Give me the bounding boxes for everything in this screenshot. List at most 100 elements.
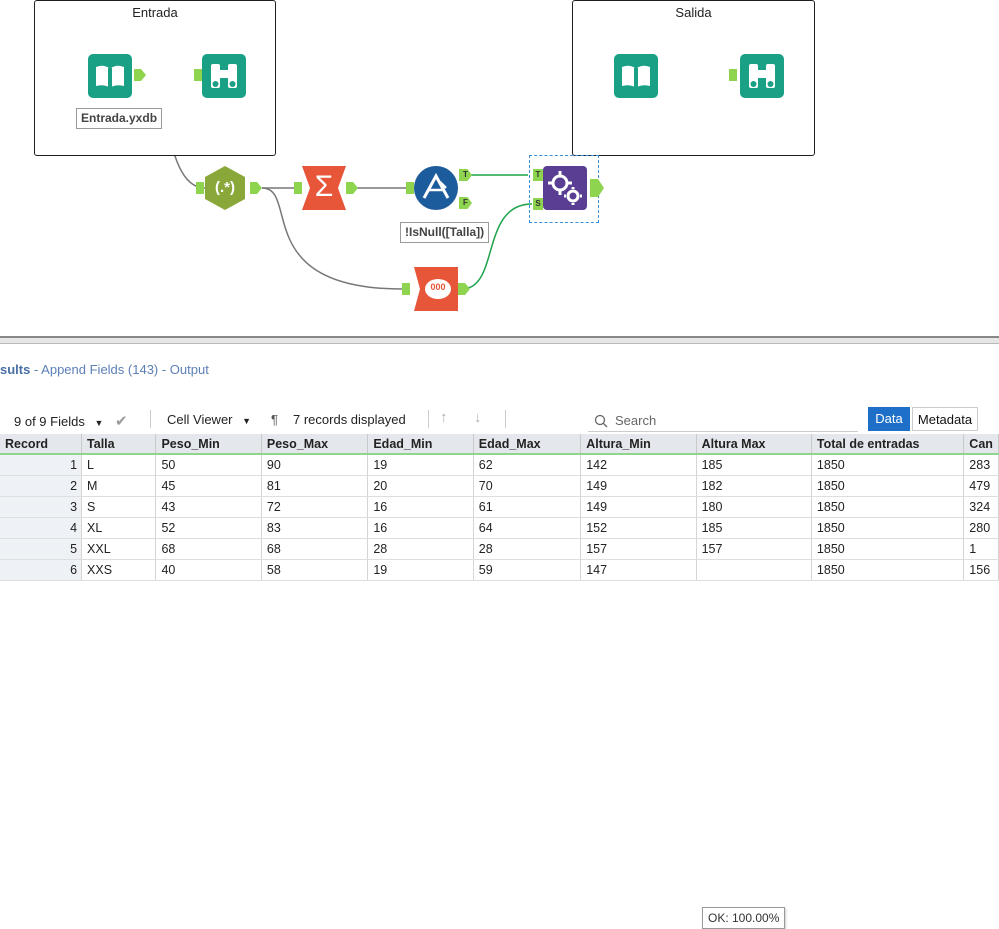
checkmark-icon[interactable]: ✔ xyxy=(115,413,128,430)
column-header[interactable]: Edad_Min xyxy=(367,434,474,455)
output-anchor[interactable] xyxy=(458,283,470,295)
input-data-tool[interactable] xyxy=(88,54,132,98)
table-cell[interactable]: 479 xyxy=(963,475,999,497)
record-number-cell[interactable]: 5 xyxy=(0,538,83,560)
salida-browse-tool[interactable] xyxy=(740,54,784,98)
table-cell[interactable]: 156 xyxy=(963,559,999,581)
column-header[interactable]: Edad_Max xyxy=(473,434,582,455)
table-row[interactable]: 2 M 45 81 20 70 149 182 1850 479 xyxy=(0,475,999,497)
table-row[interactable]: 4 XL 52 83 16 64 152 185 1850 280 xyxy=(0,517,999,539)
append-source-anchor[interactable]: S xyxy=(533,198,543,210)
table-cell[interactable]: 52 xyxy=(155,517,262,539)
input-anchor[interactable] xyxy=(194,69,202,81)
column-header[interactable]: Peso_Max xyxy=(261,434,369,455)
table-cell[interactable]: 62 xyxy=(473,454,582,476)
table-row[interactable]: 6 XXS 40 58 19 59 147 1850 156 xyxy=(0,559,999,581)
cell-viewer-selector[interactable]: Cell Viewer ▼ xyxy=(167,412,251,427)
table-cell[interactable]: 324 xyxy=(963,496,999,518)
table-cell[interactable]: 152 xyxy=(580,517,697,539)
output-anchor[interactable] xyxy=(134,69,146,81)
table-cell[interactable] xyxy=(696,559,812,581)
column-header[interactable]: Total de entradas xyxy=(811,434,965,455)
record-number-cell[interactable]: 2 xyxy=(0,475,83,497)
table-cell[interactable]: 64 xyxy=(473,517,582,539)
record-number-cell[interactable]: 6 xyxy=(0,559,83,581)
table-cell[interactable]: 1850 xyxy=(811,454,965,476)
table-cell[interactable]: 28 xyxy=(367,538,474,560)
table-cell[interactable]: 1850 xyxy=(811,475,965,497)
append-fields-tool[interactable] xyxy=(543,166,587,210)
column-header[interactable]: Peso_Min xyxy=(155,434,262,455)
table-cell[interactable]: 19 xyxy=(367,454,474,476)
table-cell[interactable]: 142 xyxy=(580,454,697,476)
table-cell[interactable]: 72 xyxy=(261,496,369,518)
arrow-down-icon[interactable]: ↓ xyxy=(474,409,482,426)
table-cell[interactable]: 1850 xyxy=(811,538,965,560)
table-cell[interactable]: 157 xyxy=(696,538,812,560)
workflow-canvas[interactable]: Entrada Salida Entrada.yxdb (.*) Σ T F !… xyxy=(0,0,999,336)
table-cell[interactable]: 1850 xyxy=(811,517,965,539)
input-anchor[interactable] xyxy=(729,69,737,81)
table-cell[interactable]: 147 xyxy=(580,559,697,581)
table-cell[interactable]: 61 xyxy=(473,496,582,518)
regex-tool[interactable]: (.*) xyxy=(203,166,247,210)
table-cell[interactable]: XL xyxy=(81,517,157,539)
input-anchor[interactable] xyxy=(294,182,302,194)
panel-splitter[interactable] xyxy=(0,336,999,344)
table-row[interactable]: 3 S 43 72 16 61 149 180 1850 324 xyxy=(0,496,999,518)
tab-metadata[interactable]: Metadata xyxy=(912,407,978,431)
table-cell[interactable]: L xyxy=(81,454,157,476)
column-header[interactable]: Talla xyxy=(81,434,157,455)
table-cell[interactable]: XXL xyxy=(81,538,157,560)
table-cell[interactable]: 1 xyxy=(963,538,999,560)
arrow-up-icon[interactable]: ↑ xyxy=(440,409,448,426)
table-cell[interactable]: 43 xyxy=(155,496,262,518)
table-cell[interactable]: XXS xyxy=(81,559,157,581)
table-cell[interactable]: 149 xyxy=(580,496,697,518)
tab-data[interactable]: Data xyxy=(868,407,910,431)
table-cell[interactable]: 40 xyxy=(155,559,262,581)
summarize-tool[interactable]: Σ xyxy=(302,166,346,210)
table-cell[interactable]: 59 xyxy=(473,559,582,581)
output-anchor[interactable] xyxy=(250,182,262,194)
input-anchor[interactable] xyxy=(406,182,414,194)
browse-tool[interactable] xyxy=(202,54,246,98)
column-header[interactable]: Can xyxy=(963,434,999,455)
table-cell[interactable]: 1850 xyxy=(811,496,965,518)
table-cell[interactable]: 90 xyxy=(261,454,369,476)
table-cell[interactable]: 149 xyxy=(580,475,697,497)
table-cell[interactable]: 157 xyxy=(580,538,697,560)
record-number-cell[interactable]: 3 xyxy=(0,496,83,518)
table-cell[interactable]: 1850 xyxy=(811,559,965,581)
pilcrow-icon[interactable]: ¶ xyxy=(271,412,278,427)
table-cell[interactable]: 50 xyxy=(155,454,262,476)
table-cell[interactable]: 45 xyxy=(155,475,262,497)
table-cell[interactable]: 68 xyxy=(261,538,369,560)
search-input[interactable]: Search xyxy=(588,409,858,432)
table-cell[interactable]: 70 xyxy=(473,475,582,497)
output-anchor[interactable] xyxy=(346,182,358,194)
table-cell[interactable]: S xyxy=(81,496,157,518)
table-cell[interactable]: 16 xyxy=(367,496,474,518)
sample-tool[interactable]: 000 xyxy=(414,267,458,311)
filter-tool[interactable] xyxy=(414,166,458,210)
salida-input-tool[interactable] xyxy=(614,54,658,98)
fields-selector[interactable]: 9 of 9 Fields ▼ ✔ xyxy=(14,412,128,430)
table-cell[interactable]: 83 xyxy=(261,517,369,539)
append-target-anchor[interactable]: T xyxy=(533,169,543,181)
column-header[interactable]: Altura Max xyxy=(696,434,812,455)
output-anchor[interactable] xyxy=(590,179,604,197)
table-cell[interactable]: M xyxy=(81,475,157,497)
table-cell[interactable]: 280 xyxy=(963,517,999,539)
table-cell[interactable]: 68 xyxy=(155,538,262,560)
table-cell[interactable]: 81 xyxy=(261,475,369,497)
column-header[interactable]: Record xyxy=(0,434,83,455)
table-row[interactable]: 5 XXL 68 68 28 28 157 157 1850 1 xyxy=(0,538,999,560)
table-cell[interactable]: 185 xyxy=(696,517,812,539)
table-cell[interactable]: 28 xyxy=(473,538,582,560)
table-cell[interactable]: 58 xyxy=(261,559,369,581)
column-header[interactable]: Altura_Min xyxy=(580,434,697,455)
record-number-cell[interactable]: 4 xyxy=(0,517,83,539)
table-cell[interactable]: 16 xyxy=(367,517,474,539)
table-cell[interactable]: 182 xyxy=(696,475,812,497)
